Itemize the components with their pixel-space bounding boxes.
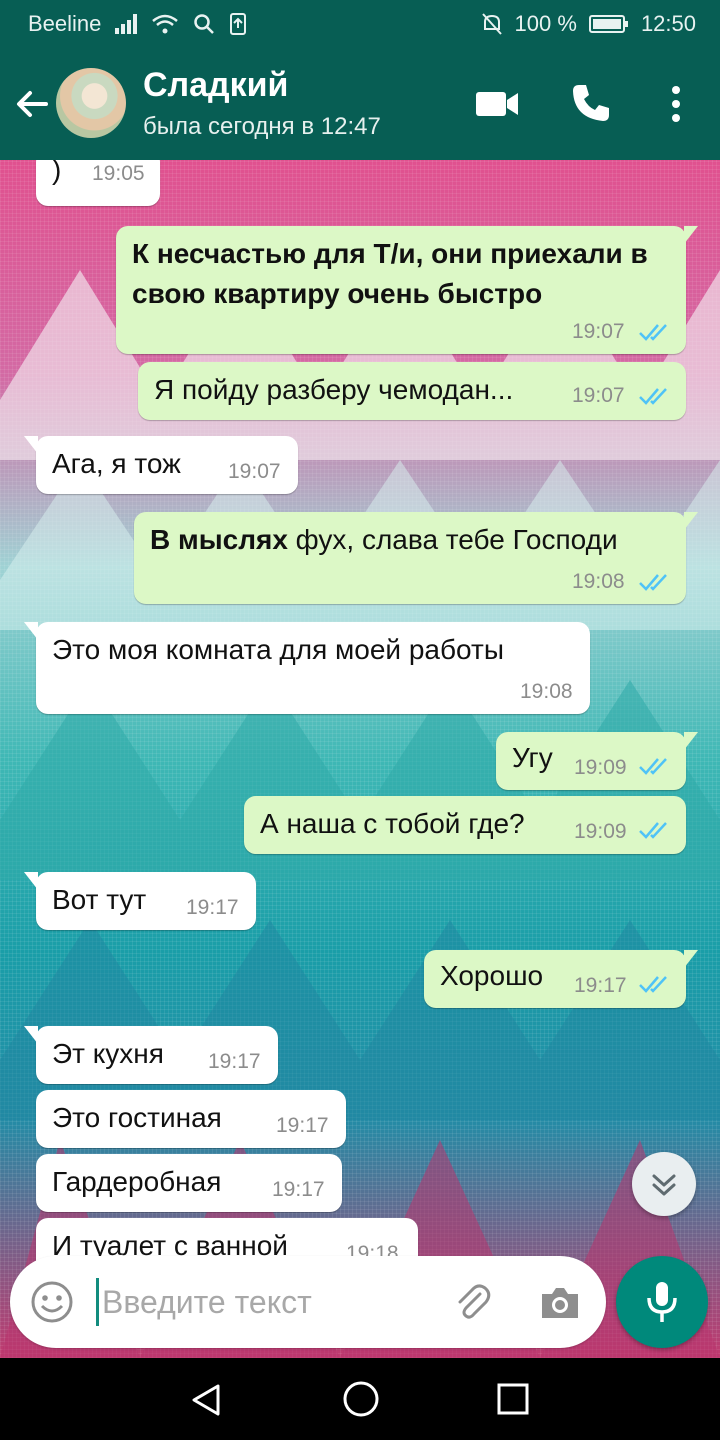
message-incoming[interactable]: Это гостиная 19:17 (36, 1090, 346, 1148)
upload-icon (230, 13, 247, 35)
message-outgoing[interactable]: А наша с тобой где? 19:09 (244, 796, 686, 854)
battery-icon (588, 15, 628, 33)
bold-prefix: В мыслях (150, 524, 288, 555)
mic-icon (647, 1282, 677, 1322)
nav-home-icon[interactable] (342, 1380, 380, 1418)
text-cursor (96, 1278, 99, 1326)
message-text: ) (52, 160, 62, 185)
message-outgoing[interactable]: К несчастью для Т/и, они приехали в свою… (116, 226, 698, 354)
attach-icon[interactable] (450, 1280, 494, 1324)
message-incoming[interactable]: Эт кухня 19:17 (24, 1026, 278, 1084)
message-incoming[interactable]: Это моя комната для моей работы 19:08 (24, 622, 590, 714)
message-text: К несчастью для Т/и, они приехали в свою… (132, 238, 648, 309)
emoji-icon[interactable] (30, 1280, 74, 1324)
search-icon (194, 14, 215, 34)
message-time: 19:07 (572, 384, 625, 407)
system-nav-bar (0, 1358, 720, 1440)
message-time: 19:05 (92, 162, 145, 185)
message-time: 19:17 (276, 1114, 329, 1137)
last-seen-status: была сегодня в 12:47 (143, 113, 381, 140)
message-time: 19:08 (572, 570, 625, 593)
message-time: 19:08 (520, 680, 573, 703)
message-incoming[interactable]: ) 19:05 (36, 160, 160, 206)
message-outgoing[interactable]: Угу 19:09 (496, 732, 698, 790)
message-body: фух, слава тебе Господи (287, 524, 618, 555)
message-text: Эт кухня (52, 1038, 164, 1069)
message-composer (10, 1256, 606, 1348)
message-outgoing[interactable]: В мыслях фух, слава тебе Господи 19:08 (134, 512, 698, 604)
message-time: 19:09 (574, 820, 627, 843)
message-text: Это моя комната для моей работы (52, 634, 504, 665)
message-text: Хорошо (440, 960, 544, 991)
avatar[interactable] (56, 68, 126, 138)
nav-back-icon[interactable] (188, 1382, 224, 1418)
wifi-icon (152, 14, 179, 34)
read-ticks-icon (639, 574, 667, 591)
message-incoming[interactable]: Ага, я тож 19:07 (24, 436, 298, 494)
message-text: В мыслях фух, слава тебе Господи (150, 524, 618, 556)
more-vert-icon[interactable] (662, 82, 690, 126)
read-ticks-icon (639, 976, 667, 993)
message-time: 19:17 (574, 974, 627, 997)
message-time: 19:07 (572, 320, 625, 343)
message-text: Ага, я тож (52, 448, 181, 479)
clock: 12:50 (640, 11, 696, 36)
video-call-icon[interactable] (474, 88, 520, 120)
scroll-down-button[interactable] (632, 1152, 696, 1216)
read-ticks-icon (639, 822, 667, 839)
message-text: Угу (512, 742, 553, 773)
message-time: 19:09 (574, 756, 627, 779)
scroll-down-icon (652, 1174, 676, 1196)
carrier-label: Beeline (28, 11, 102, 36)
status-bar: Beeline 100 % 12:50 (0, 0, 720, 48)
message-text: Это гостиная (52, 1102, 222, 1133)
read-ticks-icon (639, 324, 667, 341)
message-incoming[interactable]: Вот тут 19:17 (24, 872, 256, 930)
signal-icon (115, 14, 138, 34)
read-ticks-icon (639, 388, 667, 405)
nav-recents-icon[interactable] (496, 1382, 530, 1416)
camera-icon[interactable] (538, 1282, 582, 1322)
read-ticks-icon (639, 758, 667, 775)
message-time: 19:17 (186, 896, 239, 919)
message-incoming[interactable]: Гардеробная 19:17 (36, 1154, 342, 1212)
contact-name[interactable]: Сладкий (143, 66, 288, 105)
mute-icon (481, 13, 502, 35)
message-text: Вот тут (52, 884, 147, 915)
message-outgoing[interactable]: Я пойду разберу чемодан... 19:07 (138, 362, 686, 420)
message-input[interactable] (102, 1280, 432, 1324)
message-text: Гардеробная (52, 1166, 222, 1197)
mic-button[interactable] (616, 1256, 708, 1348)
message-time: 19:17 (272, 1178, 325, 1201)
message-text: Я пойду разберу чемодан... (154, 374, 514, 405)
message-list[interactable]: ) 19:05 К несчастью для Т/и, они приехал… (0, 160, 720, 1358)
battery-percent: 100 % (514, 11, 577, 36)
message-time: 19:17 (208, 1050, 261, 1073)
back-arrow-icon[interactable] (10, 82, 54, 126)
phone-icon[interactable] (570, 82, 612, 124)
message-time: 19:07 (228, 460, 281, 483)
message-text: А наша с тобой где? (260, 808, 525, 839)
chat-header: Сладкий была сегодня в 12:47 (0, 48, 720, 160)
message-outgoing[interactable]: Хорошо 19:17 (424, 950, 698, 1008)
